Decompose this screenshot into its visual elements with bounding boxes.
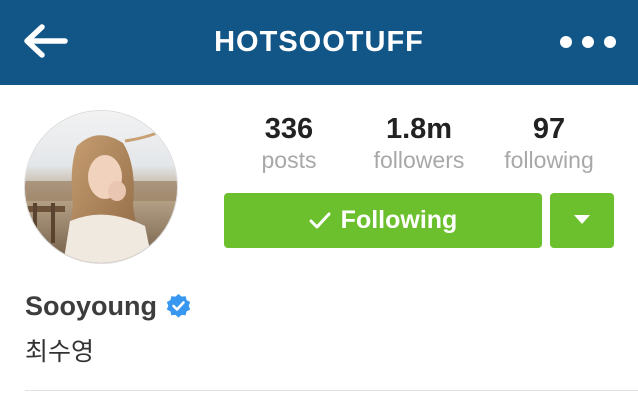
following-button[interactable]: Following: [224, 193, 542, 248]
posts-stat[interactable]: 336 posts: [244, 112, 334, 174]
caret-down-icon: [573, 212, 591, 230]
followers-stat[interactable]: 1.8m followers: [360, 112, 478, 174]
more-dot: [604, 36, 616, 48]
suggestions-dropdown-button[interactable]: [550, 193, 614, 248]
following-button-label: Following: [340, 206, 458, 234]
following-stat[interactable]: 97 following: [494, 112, 604, 174]
verified-badge-icon: [165, 293, 192, 320]
posts-label: posts: [261, 147, 317, 173]
checkmark-icon: [309, 212, 331, 230]
more-horizontal-icon: [560, 36, 572, 48]
followers-label: followers: [373, 147, 465, 173]
following-label: following: [504, 147, 594, 173]
profile-name: Sooyoung: [25, 291, 157, 321]
profile-screen: HOTSOOTUFF 336 posts 1.8m followers 97 f…: [0, 0, 638, 400]
more-options-button[interactable]: [560, 26, 616, 58]
divider: [25, 390, 638, 391]
more-dot: [582, 36, 594, 48]
posts-count: 336: [264, 113, 314, 145]
avatar[interactable]: [24, 110, 178, 264]
top-bar: HOTSOOTUFF: [0, 0, 638, 85]
followers-count: 1.8m: [385, 113, 453, 145]
profile-full-name: 최수영: [25, 338, 95, 366]
avatar-photo: [25, 111, 177, 263]
following-count: 97: [532, 113, 566, 145]
page-title: HOTSOOTUFF: [214, 26, 424, 58]
profile-name-row: Sooyoung: [25, 291, 192, 322]
